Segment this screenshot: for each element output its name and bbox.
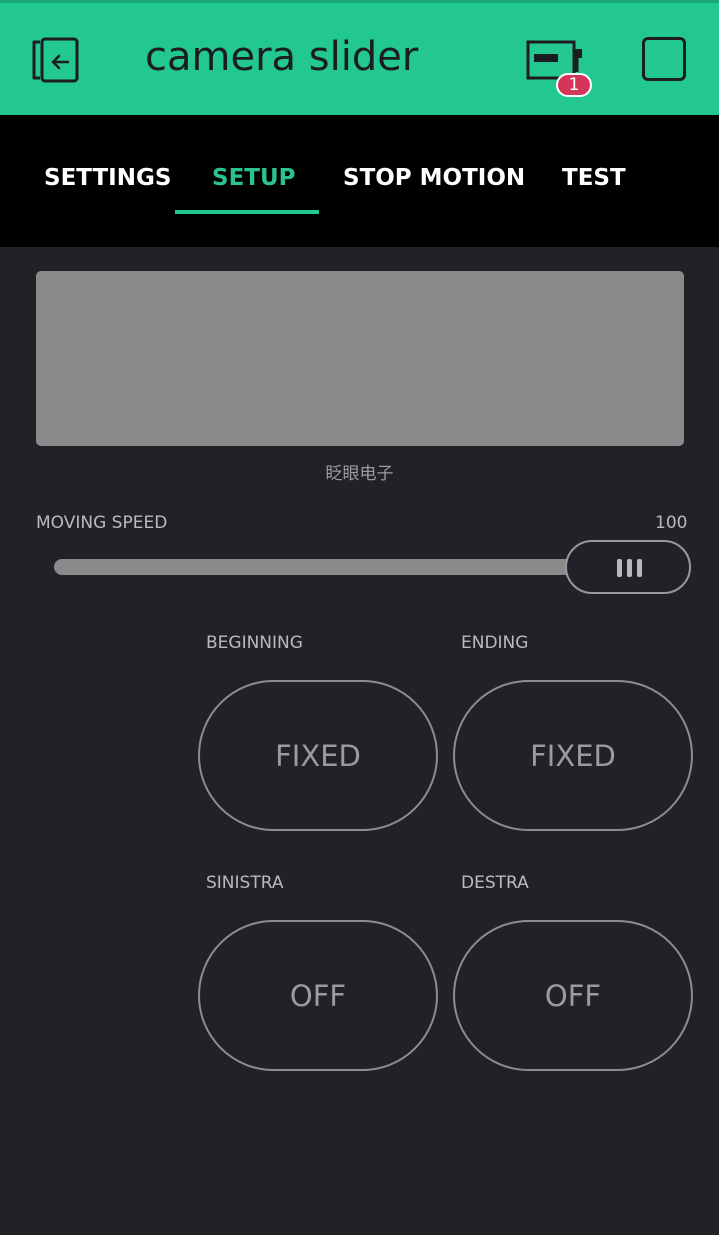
app-screen: camera slider 1 SETTINGS SETUP STOP MOTI…: [0, 0, 719, 1235]
sinistra-button[interactable]: OFF: [198, 920, 438, 1071]
speed-slider-track[interactable]: [54, 559, 574, 575]
header-top-line: [0, 0, 719, 3]
active-tab-indicator: [175, 210, 319, 214]
video-stream[interactable]: [36, 271, 684, 446]
app-header: camera slider 1: [0, 0, 719, 115]
device-count-badge: 1: [556, 73, 592, 97]
app-title: camera slider: [145, 34, 419, 80]
tab-stop-motion[interactable]: STOP MOTION: [343, 165, 525, 191]
tab-setup[interactable]: SETUP: [212, 165, 296, 191]
sinistra-label: SINISTRA: [206, 873, 284, 893]
ending-button[interactable]: FIXED: [453, 680, 693, 831]
beginning-label: BEGINNING: [206, 633, 303, 653]
grip-icon: [617, 559, 643, 577]
exit-icon: [32, 37, 79, 83]
destra-button[interactable]: OFF: [453, 920, 693, 1071]
video-caption: 眨眼电子: [325, 464, 394, 484]
tab-settings[interactable]: SETTINGS: [44, 165, 171, 191]
stop-square-icon[interactable]: [642, 37, 686, 81]
speed-label: MOVING SPEED: [36, 513, 168, 533]
exit-button[interactable]: [30, 36, 82, 84]
speed-value: 100: [655, 513, 688, 533]
tab-bar: SETTINGS SETUP STOP MOTION TEST: [0, 115, 719, 247]
ending-label: ENDING: [461, 633, 529, 653]
beginning-button[interactable]: FIXED: [198, 680, 438, 831]
speed-slider-handle[interactable]: [565, 540, 691, 594]
tab-test[interactable]: TEST: [562, 165, 626, 191]
destra-label: DESTRA: [461, 873, 529, 893]
